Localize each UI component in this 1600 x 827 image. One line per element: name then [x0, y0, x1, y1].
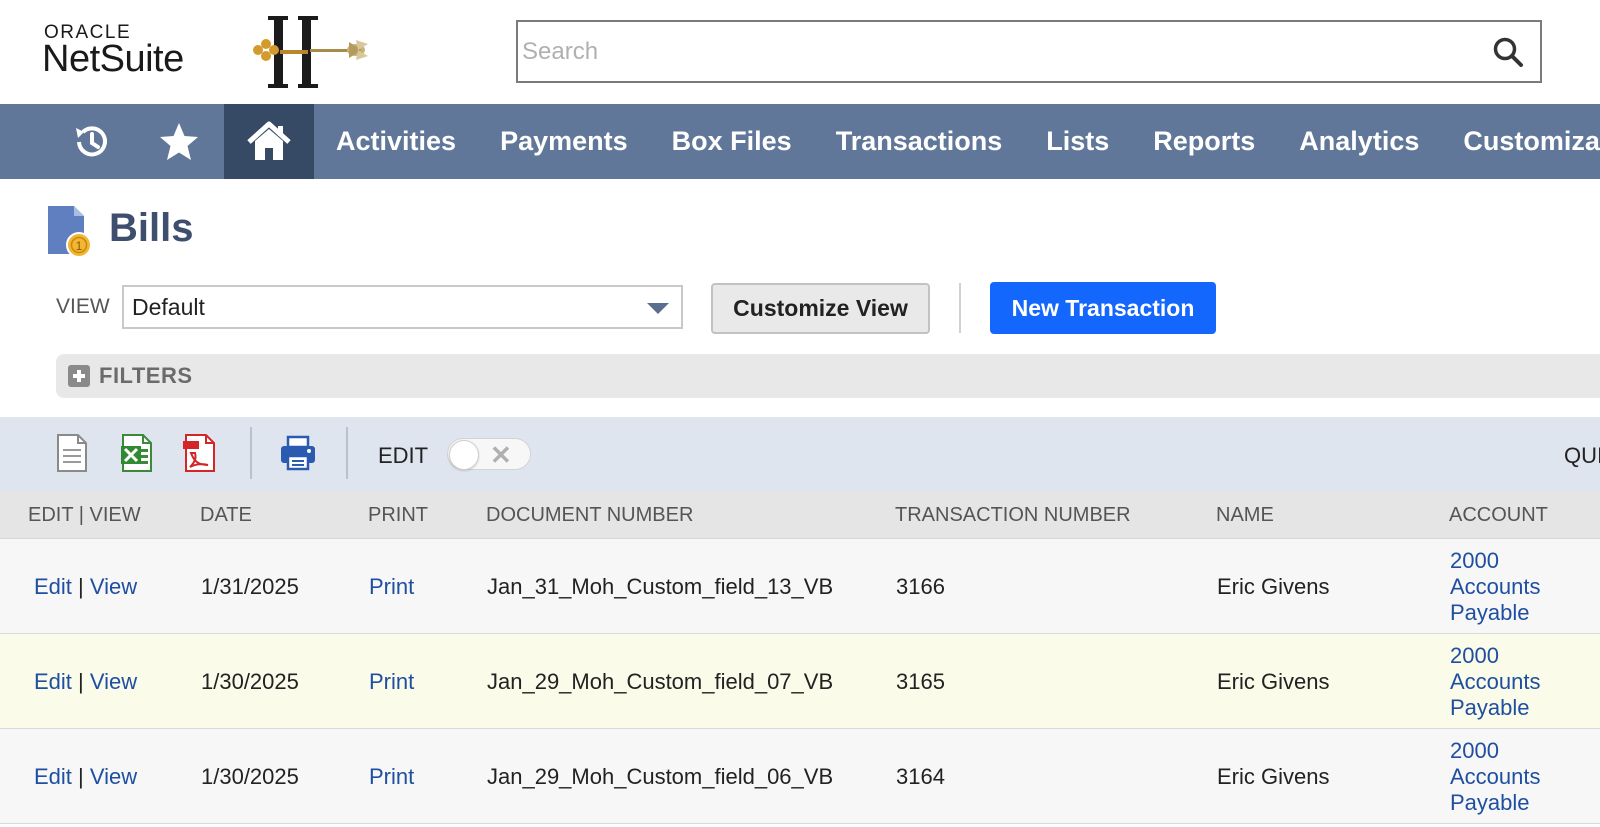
- account-name-line2: Payable: [1450, 790, 1530, 815]
- table-header: EDIT | VIEW DATE PRINT DOCUMENT NUMBER T…: [0, 491, 1600, 539]
- print-link[interactable]: Print: [369, 574, 414, 600]
- nav-home[interactable]: [224, 104, 314, 179]
- nav-item-transactions[interactable]: Transactions: [814, 104, 1025, 179]
- svg-text:1: 1: [76, 239, 83, 253]
- export-csv-icon[interactable]: [54, 433, 90, 473]
- nav-shortcuts[interactable]: [134, 104, 224, 179]
- search-input[interactable]: [522, 22, 1462, 81]
- edit-link[interactable]: Edit: [34, 574, 72, 599]
- filters-panel-toggle[interactable]: FILTERS: [56, 354, 1600, 398]
- account-number: 2000: [1450, 548, 1499, 573]
- company-logo-icon: [253, 16, 368, 88]
- account-name-line2: Payable: [1450, 600, 1530, 625]
- nav-item-activities[interactable]: Activities: [314, 104, 478, 179]
- transaction-number-cell: 3166: [896, 574, 945, 599]
- column-header-edit-view[interactable]: EDIT | VIEW: [28, 504, 141, 527]
- home-icon: [247, 121, 291, 160]
- table-row: Edit | View 1/30/2025 Print Jan_29_Moh_C…: [0, 729, 1600, 824]
- print-link[interactable]: Print: [369, 669, 414, 695]
- document-number-cell: Jan_29_Moh_Custom_field_07_VB: [487, 669, 834, 694]
- account-name-line2: Payable: [1450, 695, 1530, 720]
- date-cell: 1/31/2025: [201, 574, 299, 599]
- search-icon[interactable]: [1492, 36, 1524, 68]
- account-name-line1: Accounts: [1450, 764, 1541, 789]
- account-link[interactable]: 2000 Accounts Payable: [1450, 738, 1580, 816]
- account-name-line1: Accounts: [1450, 574, 1541, 599]
- transaction-number-cell: 3165: [896, 669, 945, 694]
- edit-link[interactable]: Edit: [34, 764, 72, 789]
- column-header-account[interactable]: ACCOUNT: [1449, 504, 1548, 527]
- link-separator: |: [78, 764, 84, 789]
- view-select-value: Default: [132, 294, 205, 320]
- account-number: 2000: [1450, 738, 1499, 763]
- view-label: VIEW: [56, 295, 110, 318]
- view-link[interactable]: View: [90, 669, 137, 694]
- column-header-document-number[interactable]: DOCUMENT NUMBER: [486, 504, 693, 527]
- star-icon: [160, 122, 198, 160]
- export-excel-icon[interactable]: [119, 433, 155, 473]
- toggle-knob: [449, 440, 479, 470]
- name-cell: Eric Givens: [1217, 764, 1330, 789]
- view-link[interactable]: View: [90, 574, 137, 599]
- account-link[interactable]: 2000 Accounts Payable: [1450, 548, 1580, 626]
- nav-item-analytics[interactable]: Analytics: [1277, 104, 1441, 179]
- new-transaction-button[interactable]: New Transaction: [990, 282, 1216, 334]
- date-cell: 1/30/2025: [201, 669, 299, 694]
- expand-plus-icon: [68, 365, 90, 387]
- nav-item-box-files[interactable]: Box Files: [650, 104, 814, 179]
- account-link[interactable]: 2000 Accounts Payable: [1450, 643, 1580, 721]
- nav-item-lists[interactable]: Lists: [1024, 104, 1131, 179]
- customize-view-button[interactable]: Customize View: [711, 283, 930, 334]
- document-number-cell: Jan_29_Moh_Custom_field_06_VB: [487, 764, 834, 789]
- chevron-down-icon: [647, 303, 669, 314]
- link-separator: |: [78, 574, 84, 599]
- header: ORACLE NetSuite: [0, 0, 1600, 104]
- account-name-line1: Accounts: [1450, 669, 1541, 694]
- name-cell: Eric Givens: [1217, 669, 1330, 694]
- account-number: 2000: [1450, 643, 1499, 668]
- nav-item-reports[interactable]: Reports: [1131, 104, 1277, 179]
- column-header-print[interactable]: PRINT: [368, 504, 428, 527]
- nav-recent-records[interactable]: [46, 104, 136, 179]
- nav-menu: Activities Payments Box Files Transactio…: [314, 104, 1600, 179]
- quick-sort-label: QUI: [1564, 443, 1600, 468]
- link-separator: |: [78, 669, 84, 694]
- bill-document-icon: 1: [48, 206, 92, 258]
- toolbar-divider: [250, 427, 252, 479]
- history-icon: [76, 125, 107, 156]
- nav-item-customization[interactable]: Customization: [1441, 104, 1600, 179]
- nav-item-payments[interactable]: Payments: [478, 104, 650, 179]
- export-pdf-icon[interactable]: [182, 433, 218, 473]
- toolbar-divider: [346, 427, 348, 479]
- inline-edit-toggle[interactable]: ✕: [447, 438, 531, 470]
- netsuite-logo-text[interactable]: NetSuite: [42, 38, 184, 81]
- page-title: Bills: [109, 206, 194, 250]
- print-icon[interactable]: [279, 433, 317, 473]
- view-select[interactable]: Default: [122, 285, 683, 329]
- global-search[interactable]: [516, 20, 1542, 83]
- document-number-cell: Jan_31_Moh_Custom_field_13_VB: [487, 574, 834, 599]
- inline-edit-label: EDIT: [378, 443, 429, 468]
- transaction-number-cell: 3164: [896, 764, 945, 789]
- date-cell: 1/30/2025: [201, 764, 299, 789]
- column-header-date[interactable]: DATE: [200, 504, 252, 527]
- filters-label: FILTERS: [99, 363, 193, 388]
- list-toolbar: EDIT ✕ QUI: [0, 417, 1600, 491]
- column-header-name[interactable]: NAME: [1216, 504, 1274, 527]
- divider: [959, 283, 961, 333]
- name-cell: Eric Givens: [1217, 574, 1330, 599]
- close-icon: ✕: [490, 440, 512, 470]
- print-link[interactable]: Print: [369, 764, 414, 790]
- table-row: Edit | View 1/31/2025 Print Jan_31_Moh_C…: [0, 539, 1600, 634]
- table-row: Edit | View 1/30/2025 Print Jan_29_Moh_C…: [0, 634, 1600, 729]
- view-link[interactable]: View: [90, 764, 137, 789]
- column-header-transaction-number[interactable]: TRANSACTION NUMBER: [895, 504, 1131, 527]
- edit-link[interactable]: Edit: [34, 669, 72, 694]
- main-navigation: Activities Payments Box Files Transactio…: [0, 104, 1600, 179]
